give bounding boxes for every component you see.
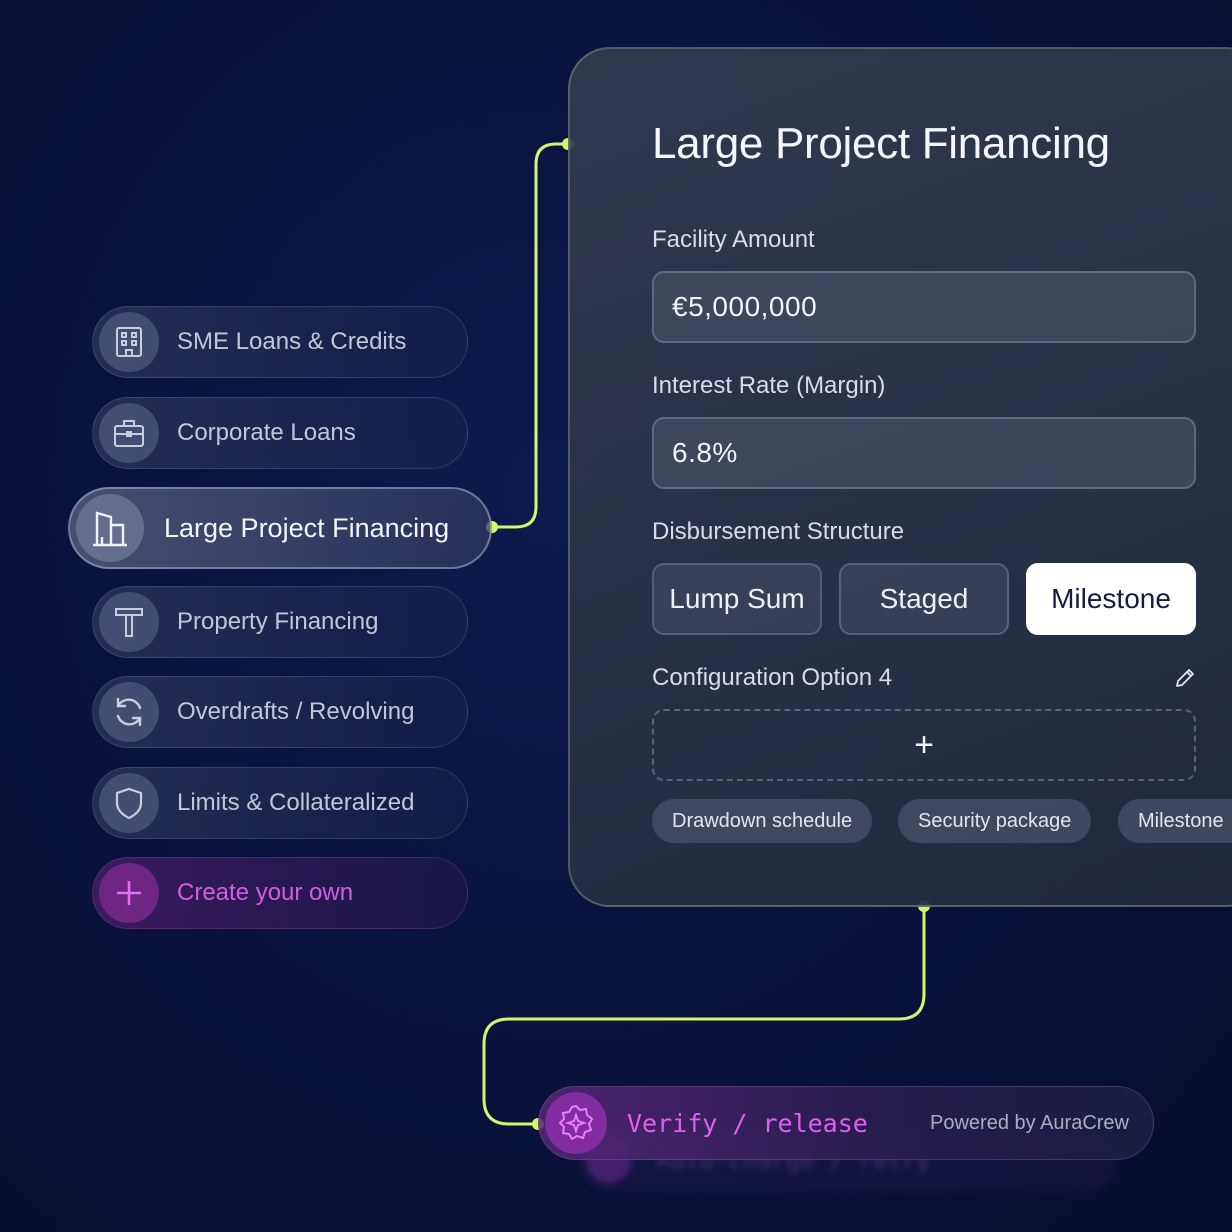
chip-drawdown-schedule[interactable]: Drawdown schedule: [652, 799, 873, 843]
office-building-icon: [76, 494, 144, 562]
verify-release-bar[interactable]: Verify / release Powered by AuraCrew: [538, 1086, 1154, 1160]
sidebar-item-sme-loans[interactable]: SME Loans & Credits: [92, 306, 468, 378]
segment-staged[interactable]: Staged: [839, 563, 1009, 635]
segment-milestone[interactable]: Milestone: [1026, 563, 1196, 635]
sidebar-item-limits-collateralized[interactable]: Limits & Collateralized: [92, 767, 468, 839]
building-icon: [99, 312, 159, 372]
interest-rate-input[interactable]: 6.8%: [652, 417, 1196, 489]
sidebar-item-label: SME Loans & Credits: [177, 328, 407, 355]
interest-rate-label: Interest Rate (Margin): [652, 372, 886, 399]
facility-amount-input[interactable]: €5,000,000: [652, 271, 1196, 343]
verify-release-text: Verify / release: [627, 1108, 868, 1138]
briefcase-icon: [99, 403, 159, 463]
sidebar-item-label: Large Project Financing: [164, 512, 450, 543]
pencil-icon[interactable]: [1174, 667, 1196, 689]
add-symbol: +: [914, 725, 934, 764]
shield-icon: [99, 773, 159, 833]
refresh-icon: [99, 682, 159, 742]
panel-title: Large Project Financing: [652, 119, 1110, 168]
plus-icon: [99, 863, 159, 923]
sidebar-item-label: Create your own: [177, 879, 354, 906]
create-your-own-button[interactable]: Create your own: [92, 857, 468, 929]
powered-by-text: Powered by AuraCrew: [930, 1111, 1129, 1134]
segment-lump-sum[interactable]: Lump Sum: [652, 563, 822, 635]
sidebar-item-large-project-financing[interactable]: Large Project Financing: [68, 487, 492, 569]
sidebar-item-label: Property Financing: [177, 608, 379, 635]
hammer-icon: [99, 592, 159, 652]
add-config-dropzone[interactable]: +: [652, 709, 1196, 781]
sidebar-item-label: Corporate Loans: [177, 419, 356, 446]
sidebar-item-overdrafts-revolving[interactable]: Overdrafts / Revolving: [92, 676, 468, 748]
sidebar-item-corporate-loans[interactable]: Corporate Loans: [92, 397, 468, 469]
disbursement-structure-label: Disbursement Structure: [652, 518, 905, 545]
sidebar-item-property-financing[interactable]: Property Financing: [92, 586, 468, 658]
config-option-label: Configuration Option 4: [652, 664, 893, 691]
sidebar-item-label: Overdrafts / Revolving: [177, 698, 415, 725]
chip-milestone[interactable]: Milestone: [1118, 799, 1232, 843]
facility-amount-label: Facility Amount: [652, 226, 815, 253]
sparkle-badge-icon: [545, 1092, 607, 1154]
configuration-panel: Large Project Financing Facility Amount …: [568, 47, 1232, 907]
sidebar-item-label: Limits & Collateralized: [177, 789, 415, 816]
chip-security-package[interactable]: Security package: [898, 799, 1092, 843]
